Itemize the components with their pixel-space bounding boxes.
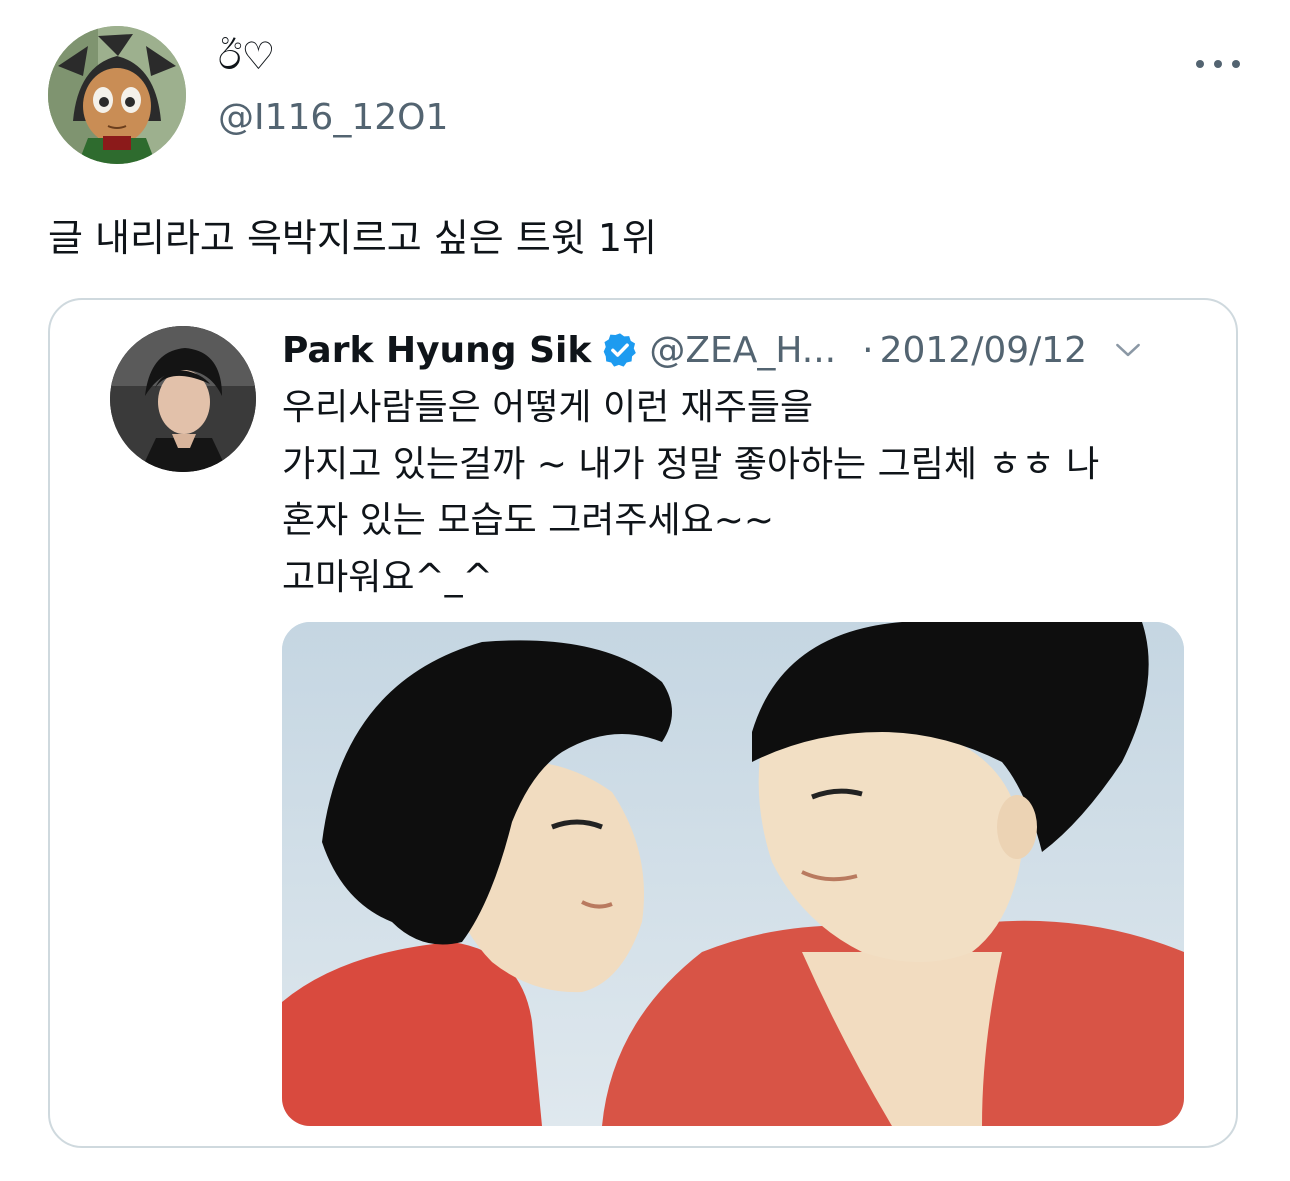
quoted-tweet-image[interactable]: [282, 622, 1184, 1126]
quoted-tweet-header: Park Hyung Sik @ZEA_H... · 2012/09/12: [282, 324, 1145, 376]
illustration-two-men-image: [282, 622, 1184, 1126]
quoted-author-name[interactable]: Park Hyung Sik: [282, 330, 591, 371]
chevron-down-icon[interactable]: [1111, 333, 1145, 367]
verified-badge-icon: [604, 333, 637, 367]
quoted-author-handle[interactable]: @ZEA_H...: [649, 330, 836, 371]
more-dot-icon: [1196, 60, 1204, 68]
quoted-text-line: 가지고 있는걸까 ~ 내가 정말 좋아하는 그림체 ㅎㅎ 나: [282, 443, 1100, 485]
portrait-photo-avatar-image: [110, 326, 256, 472]
cartoon-boy-avatar-image: [48, 26, 186, 164]
quoted-text-line: 우리사람들은 어떻게 이런 재주들을: [282, 387, 814, 428]
author-avatar[interactable]: [48, 26, 186, 164]
more-dot-icon: [1232, 60, 1240, 68]
quoted-text-line: 혼자 있는 모습도 그려주세요~~: [282, 500, 775, 541]
quoted-tweet-card[interactable]: Park Hyung Sik @ZEA_H... · 2012/09/12 우리…: [48, 298, 1238, 1148]
author-display-name[interactable]: ඊ♡: [218, 34, 275, 78]
more-dot-icon: [1214, 60, 1222, 68]
quoted-text-line: 고마워요^_^: [282, 556, 493, 598]
quoted-author-avatar[interactable]: [110, 326, 256, 472]
tweet-text: 글 내리라고 윽박지르고 싶은 트윗 1위: [48, 216, 657, 260]
quoted-tweet-text: 우리사람들은 어떻게 이런 재주들을 가지고 있는걸까 ~ 내가 정말 좋아하는…: [282, 380, 1202, 606]
separator-dot: ·: [862, 329, 874, 371]
more-options-button[interactable]: [1190, 44, 1246, 84]
quoted-tweet-date[interactable]: 2012/09/12: [880, 330, 1088, 371]
author-handle[interactable]: @I116_12O1: [218, 96, 448, 140]
